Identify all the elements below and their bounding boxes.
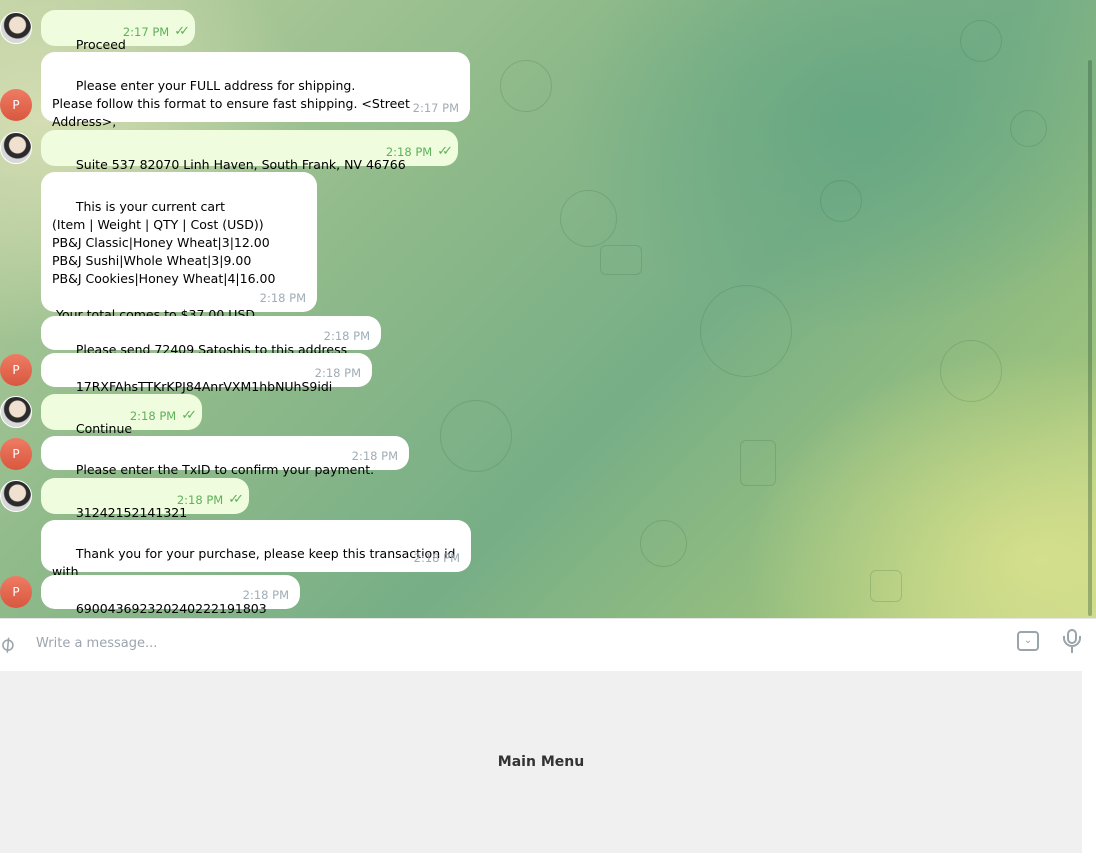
bot-avatar-letter: P xyxy=(12,585,20,599)
microphone-icon[interactable] xyxy=(1063,629,1081,655)
background-doodle xyxy=(500,60,552,112)
message-text: Please enter the TxID to confirm your pa… xyxy=(75,462,375,477)
message-bubble-outgoing[interactable]: Suite 537 82070 Linh Haven, South Frank,… xyxy=(41,130,458,172)
message-time: 2:18 PM xyxy=(314,366,361,380)
message-bubble-incoming[interactable]: 17RXFAhsTTKrKPJ84AnrVXM1hbNUhS9idi 2:18 … xyxy=(41,353,372,394)
read-check-icon: ✓✓ xyxy=(181,408,197,423)
message-time: 2:18 PM xyxy=(176,493,224,507)
bot-avatar-letter: P xyxy=(12,447,20,461)
message-text: Proceed xyxy=(75,37,126,52)
user-avatar[interactable] xyxy=(0,480,32,512)
message-text: Suite 537 82070 Linh Haven, South Frank,… xyxy=(75,157,406,172)
message-bubble-incoming[interactable]: Please enter your FULL address for shipp… xyxy=(41,52,470,147)
message-time: 2:18 PM xyxy=(129,409,177,423)
message-bubble-outgoing[interactable]: 31242152141321 2:18 PM ✓✓ xyxy=(41,478,249,520)
main-menu-button[interactable]: Main Menu xyxy=(0,671,1082,853)
message-time: 2:18 PM xyxy=(242,588,289,602)
message-text: This is your current cart (Item | Weight… xyxy=(52,199,276,322)
bot-keyboard-icon[interactable]: ⌄ xyxy=(1017,631,1039,651)
background-doodle xyxy=(600,245,642,275)
chat-scrollbar[interactable] xyxy=(1088,60,1092,616)
bot-avatar[interactable]: P xyxy=(0,89,32,121)
message-bubble-incoming[interactable]: This is your current cart (Item | Weight… xyxy=(41,172,317,322)
background-doodle xyxy=(1010,110,1047,147)
message-text: 17RXFAhsTTKrKPJ84AnrVXM1hbNUhS9idi xyxy=(75,379,333,394)
bot-reply-keyboard: Main Menu xyxy=(0,666,1096,861)
message-bubble-incoming[interactable]: Please send 72409 Satoshis to this addre… xyxy=(41,316,381,357)
background-doodle xyxy=(940,340,1002,402)
background-doodle xyxy=(640,520,687,567)
message-time: 2:17 PM xyxy=(122,25,170,39)
message-input[interactable] xyxy=(34,631,978,655)
message-composer: ⌀ ⌄ xyxy=(0,618,1096,667)
read-check-icon: ✓✓ xyxy=(228,492,244,507)
message-bubble-incoming[interactable]: 690043692320240222191803 2:18 PM xyxy=(41,575,300,616)
message-bubble-incoming[interactable]: Thank you for your purchase, please keep… xyxy=(41,520,471,597)
paperclip-icon[interactable]: ⌀ xyxy=(0,626,27,659)
bot-avatar[interactable]: P xyxy=(0,354,32,386)
bot-avatar-letter: P xyxy=(12,98,20,112)
bot-avatar-letter: P xyxy=(12,363,20,377)
message-time: 2:18 PM xyxy=(351,449,398,463)
read-check-icon: ✓✓ xyxy=(437,144,453,159)
message-time: 2:17 PM xyxy=(412,101,459,115)
message-time: 2:18 PM xyxy=(259,291,306,305)
message-bubble-outgoing[interactable]: Continue 2:18 PM ✓✓ xyxy=(41,394,202,436)
message-text: Continue xyxy=(75,421,133,436)
user-avatar[interactable] xyxy=(0,132,32,164)
chat-history[interactable]: Proceed 2:17 PM ✓✓ P Please enter your FU… xyxy=(0,0,1096,618)
message-time: 2:18 PM xyxy=(385,145,433,159)
bot-avatar[interactable]: P xyxy=(0,438,32,470)
background-doodle xyxy=(960,20,1002,62)
background-doodle xyxy=(820,180,862,222)
background-doodle xyxy=(560,190,617,247)
user-avatar[interactable] xyxy=(0,396,32,428)
user-avatar[interactable] xyxy=(0,12,32,44)
background-doodle xyxy=(700,285,792,377)
message-text: 690043692320240222191803 xyxy=(75,601,267,616)
message-bubble-incoming[interactable]: Please enter the TxID to confirm your pa… xyxy=(41,436,409,477)
message-time: 2:18 PM xyxy=(413,551,460,565)
read-check-icon: ✓✓ xyxy=(174,24,190,39)
background-doodle xyxy=(740,440,776,486)
message-bubble-outgoing[interactable]: Proceed 2:17 PM ✓✓ xyxy=(41,10,195,52)
background-doodle xyxy=(870,570,902,602)
message-text: 31242152141321 xyxy=(75,505,188,520)
bot-avatar[interactable]: P xyxy=(0,576,32,608)
message-time: 2:18 PM xyxy=(323,329,370,343)
background-doodle xyxy=(440,400,512,472)
